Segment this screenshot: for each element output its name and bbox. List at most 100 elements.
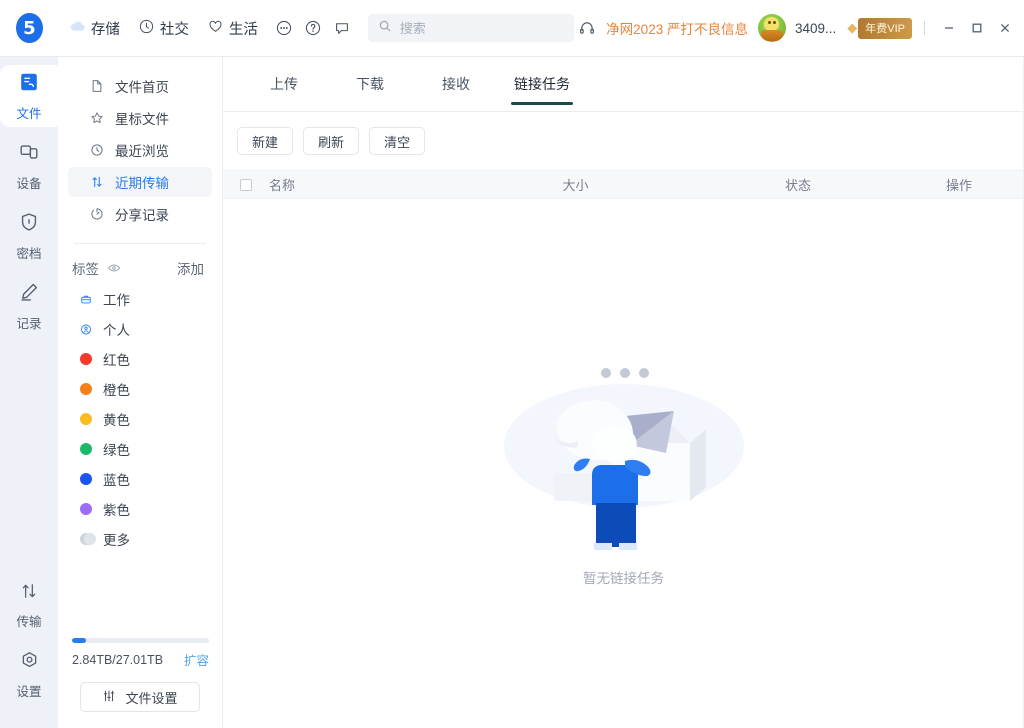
color-dot-yellow bbox=[80, 413, 92, 425]
file-nav-panel: 文件首页 星标文件 最近浏览 近期传输 分享记录 标签 添加 工作 个人 红色 … bbox=[58, 57, 223, 728]
rail-bottom-group: 传输 设置 bbox=[0, 566, 58, 706]
tag-item-personal[interactable]: 个人 bbox=[58, 314, 222, 344]
search-input[interactable] bbox=[399, 20, 565, 36]
tag-item-orange[interactable]: 橙色 bbox=[58, 374, 222, 404]
tag-item-work-label: 工作 bbox=[103, 293, 130, 308]
history-clock-icon bbox=[90, 143, 104, 157]
tag-item-more[interactable]: 更多 bbox=[58, 524, 222, 554]
tab-link-tasks[interactable]: 链接任务 bbox=[499, 57, 585, 111]
transfer-arrows-icon bbox=[19, 581, 39, 606]
account-uid[interactable]: 3409... bbox=[795, 21, 836, 36]
column-header-name[interactable]: 名称 bbox=[269, 175, 463, 194]
headset-icon[interactable] bbox=[574, 15, 600, 41]
transfer-tabs: 上传 下载 接收 链接任务 bbox=[223, 57, 1024, 111]
tab-upload[interactable]: 上传 bbox=[241, 57, 327, 111]
sidebar-item-files[interactable]: 文件 bbox=[0, 65, 58, 127]
tab-download-label: 下载 bbox=[356, 76, 384, 92]
header-nav-life-label: 生活 bbox=[228, 21, 258, 38]
tag-item-purple[interactable]: 紫色 bbox=[58, 494, 222, 524]
tag-item-more-label: 更多 bbox=[103, 533, 130, 548]
file-setting-button[interactable]: 文件设置 bbox=[80, 682, 200, 712]
refresh-button[interactable]: 刷新 bbox=[303, 127, 359, 155]
sidebar-item-devices[interactable]: 设备 bbox=[0, 135, 58, 197]
header-nav-life[interactable]: 生活 bbox=[199, 14, 266, 43]
feedback-bubble-icon[interactable] bbox=[330, 15, 353, 41]
avatar-chick bbox=[763, 17, 779, 31]
tag-item-red[interactable]: 红色 bbox=[58, 344, 222, 374]
shield-icon bbox=[18, 211, 40, 238]
storage-usage-text: 2.84TB/27.01TB bbox=[72, 652, 164, 667]
help-circle-icon[interactable] bbox=[301, 15, 324, 41]
app-header: 5 存储 社交 生活 搜索 净网2023 严打不良信息 3409... ◆ 年费… bbox=[0, 0, 1024, 57]
tag-item-green[interactable]: 绿色 bbox=[58, 434, 222, 464]
sidebar-item-devices-label: 设备 bbox=[16, 176, 42, 191]
color-dot-green bbox=[80, 443, 92, 455]
sidebar-item-notes-label: 记录 bbox=[16, 316, 42, 331]
vip-badge[interactable]: ◆ 年费VIP bbox=[847, 17, 912, 39]
tag-item-green-label: 绿色 bbox=[103, 443, 130, 458]
column-header-action: 操作 bbox=[945, 178, 972, 193]
close-button[interactable] bbox=[992, 15, 1018, 41]
select-all-checkbox[interactable] bbox=[240, 178, 252, 191]
nav-item-starred[interactable]: 星标文件 bbox=[68, 103, 212, 133]
sidebar-item-settings[interactable]: 设置 bbox=[0, 644, 58, 706]
select-all-cell bbox=[223, 178, 269, 191]
cloud-icon bbox=[69, 18, 86, 39]
heart-icon bbox=[207, 18, 224, 39]
column-header-size[interactable]: 大小 bbox=[463, 175, 688, 194]
sidebar-item-vault[interactable]: 密档 bbox=[0, 205, 58, 267]
header-divider bbox=[924, 21, 925, 35]
pencil-note-icon bbox=[18, 281, 40, 308]
header-nav-social[interactable]: 社交 bbox=[130, 14, 197, 43]
left-rail: 文件 设备 密档 记录 传输 设置 bbox=[0, 57, 58, 728]
settings-gear-icon bbox=[19, 650, 40, 676]
file-nav-list: 文件首页 星标文件 最近浏览 近期传输 分享记录 bbox=[58, 57, 222, 229]
tag-item-orange-label: 橙色 bbox=[103, 383, 130, 398]
minimize-button[interactable] bbox=[936, 15, 962, 41]
storage-expand-link[interactable]: 扩容 bbox=[184, 650, 209, 669]
more-dots-icon[interactable] bbox=[272, 15, 295, 41]
nav-item-recent-transfer[interactable]: 近期传输 bbox=[68, 167, 212, 197]
tag-item-work[interactable]: 工作 bbox=[58, 284, 222, 314]
nav-item-recent-transfer-label: 近期传输 bbox=[115, 176, 169, 191]
tag-item-yellow[interactable]: 黄色 bbox=[58, 404, 222, 434]
tag-item-blue[interactable]: 蓝色 bbox=[58, 464, 222, 494]
sidebar-item-vault-label: 密档 bbox=[16, 246, 42, 261]
main-content: 上传 下载 接收 链接任务 新建 刷新 清空 名称 大小 状态 操作 暂无链接任… bbox=[223, 57, 1024, 728]
sidebar-item-transfer[interactable]: 传输 bbox=[0, 574, 58, 636]
transfer-arrows-icon bbox=[90, 175, 104, 189]
nav-item-share-records[interactable]: 分享记录 bbox=[68, 199, 212, 229]
tab-download[interactable]: 下载 bbox=[327, 57, 413, 111]
sidebar-item-notes[interactable]: 记录 bbox=[0, 275, 58, 337]
tags-list: 工作 个人 红色 橙色 黄色 绿色 蓝色 紫色 更多 bbox=[58, 284, 222, 554]
header-nav-storage-label: 存储 bbox=[90, 21, 120, 38]
nav-item-recent-viewed[interactable]: 最近浏览 bbox=[68, 135, 212, 165]
avatar[interactable] bbox=[757, 14, 786, 42]
promo-banner-text[interactable]: 净网2023 严打不良信息 bbox=[606, 18, 748, 38]
avatar-basket bbox=[760, 30, 783, 41]
vip-badge-label: 年费VIP bbox=[858, 17, 912, 39]
diamond-icon: ◆ bbox=[847, 20, 858, 35]
tags-header: 标签 添加 bbox=[58, 244, 222, 284]
clear-all-button[interactable]: 清空 bbox=[369, 127, 425, 155]
empty-state: 暂无链接任务 bbox=[223, 199, 1024, 728]
empty-state-illustration bbox=[494, 351, 754, 551]
tag-item-purple-label: 紫色 bbox=[103, 503, 130, 518]
column-header-status[interactable]: 状态 bbox=[688, 175, 908, 194]
share-timer-icon bbox=[90, 207, 104, 221]
tab-receive[interactable]: 接收 bbox=[413, 57, 499, 111]
app-logo[interactable]: 5 bbox=[16, 13, 43, 43]
maximize-button[interactable] bbox=[964, 15, 990, 41]
sidebar-item-transfer-label: 传输 bbox=[16, 614, 42, 629]
color-dot-more-icon bbox=[80, 533, 96, 545]
tags-add-button[interactable]: 添加 bbox=[177, 258, 204, 278]
nav-item-share-records-label: 分享记录 bbox=[115, 208, 169, 223]
header-nav-storage[interactable]: 存储 bbox=[61, 14, 128, 43]
search-box[interactable] bbox=[367, 14, 575, 42]
devices-icon bbox=[18, 141, 40, 168]
eye-icon[interactable] bbox=[107, 261, 121, 275]
nav-item-file-home[interactable]: 文件首页 bbox=[68, 71, 212, 101]
person-circle-icon bbox=[80, 323, 92, 335]
new-task-button[interactable]: 新建 bbox=[237, 127, 293, 155]
tag-item-yellow-label: 黄色 bbox=[103, 413, 130, 428]
